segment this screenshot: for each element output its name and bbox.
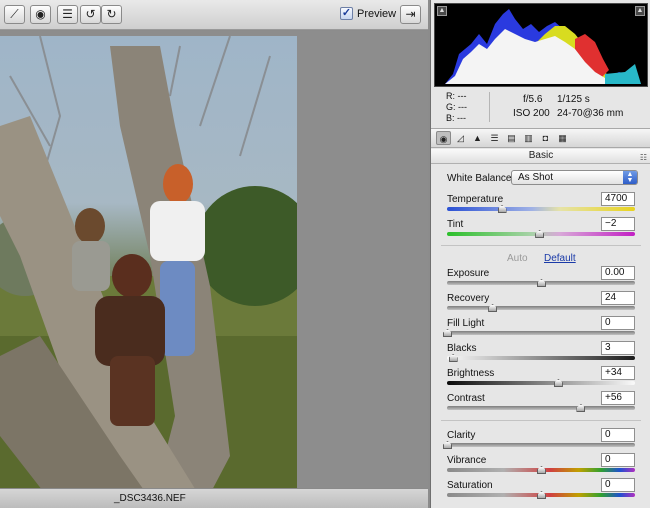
adjustments-panel: ▲ ▲ R: --- G: --- B: --- f/5.6 1/125 s I…	[430, 0, 650, 508]
clarity-label: Clarity	[447, 430, 476, 441]
fill-light-slider-track[interactable]	[447, 331, 635, 335]
fullscreen-icon[interactable]: ⇥	[400, 5, 421, 24]
image-canvas[interactable]	[0, 31, 428, 508]
readout-divider	[489, 92, 490, 122]
tab-basic[interactable]: ◉	[436, 131, 451, 145]
preview-label: Preview	[357, 8, 397, 20]
preview-checkbox[interactable]: ✓	[340, 7, 353, 20]
red-readout: R: ---	[446, 91, 467, 101]
auto-button[interactable]: Auto	[507, 253, 528, 264]
panel-menu-icon[interactable]: ☷	[640, 151, 647, 165]
exposure-value-field[interactable]: 0.00	[601, 266, 635, 280]
vibrance-label: Vibrance	[447, 455, 487, 466]
section-title: Basic	[528, 150, 554, 161]
temperature-value-field[interactable]: 4700	[601, 192, 635, 206]
temperature-label: Temperature	[447, 194, 504, 205]
tab-lens-corrections[interactable]: ▥	[521, 131, 536, 145]
histogram-graph	[445, 9, 641, 84]
contrast-label: Contrast	[447, 393, 485, 404]
histogram: ▲ ▲	[434, 3, 648, 87]
rotate-left-icon[interactable]: ↺	[80, 5, 101, 24]
green-readout: G: ---	[446, 102, 467, 112]
rotate-right-icon[interactable]: ↻	[101, 5, 122, 24]
aperture-readout: f/5.6	[523, 94, 543, 105]
preferences-icon[interactable]: ☰	[57, 5, 78, 24]
fill-light-value-field[interactable]: 0	[601, 316, 635, 330]
brightness-label: Brightness	[447, 368, 495, 379]
tab-camera-calibration[interactable]: ◘	[538, 131, 553, 145]
divider-1	[441, 245, 641, 246]
red-eye-icon[interactable]: ◉	[30, 5, 51, 24]
divider-2	[441, 420, 641, 421]
tint-label: Tint	[447, 219, 464, 230]
temperature-slider-track[interactable]	[447, 207, 635, 211]
white-balance-label: White Balance:	[447, 173, 515, 184]
brightness-slider-track[interactable]	[447, 381, 635, 385]
tab-split-toning[interactable]: ▤	[504, 131, 519, 145]
recovery-slider-track[interactable]	[447, 306, 635, 310]
section-header: Basic ☷	[431, 149, 650, 164]
saturation-label: Saturation	[447, 480, 493, 491]
white-balance-select[interactable]: As Shot ▲ ▼	[511, 170, 638, 185]
tab-tone-curve[interactable]: ◿	[453, 131, 468, 145]
vibrance-value-field[interactable]: 0	[601, 453, 635, 467]
panel-tabs: ◉ ◿ ▲ ☰ ▤ ▥ ◘ ▦	[431, 128, 650, 148]
photo-illustration	[0, 36, 297, 508]
lens-readout: 24-70@36 mm	[557, 108, 624, 119]
default-button[interactable]: Default	[544, 253, 576, 264]
clarity-value-field[interactable]: 0	[601, 428, 635, 442]
white-balance-value: As Shot	[518, 172, 554, 183]
photo-preview	[0, 36, 297, 508]
fill-light-label: Fill Light	[447, 318, 485, 329]
contrast-slider-track[interactable]	[447, 406, 635, 410]
blue-readout: B: ---	[446, 113, 466, 123]
shadow-clipping-icon[interactable]: ▲	[437, 6, 447, 16]
filename-bar: _DSC3436.NEF	[0, 488, 428, 508]
color-sampler-icon[interactable]: ⟋	[4, 5, 25, 24]
recovery-label: Recovery	[447, 293, 490, 304]
brightness-value-field[interactable]: +34	[601, 366, 635, 380]
pixel-readout: R: --- G: --- B: --- f/5.6 1/125 s ISO 2…	[434, 90, 648, 126]
shutter-readout: 1/125 s	[557, 94, 590, 105]
toolbar: ⟋ ◉ ☰ ↺ ↻ ✓ Preview ⇥	[0, 0, 428, 30]
tab-hsl[interactable]: ☰	[487, 131, 502, 145]
highlight-clipping-icon[interactable]: ▲	[635, 6, 645, 16]
tab-presets[interactable]: ▦	[555, 131, 570, 145]
tab-detail[interactable]: ▲	[470, 131, 485, 145]
blacks-slider-track[interactable]	[447, 356, 635, 360]
blacks-value-field[interactable]: 3	[601, 341, 635, 355]
filename-label: _DSC3436.NEF	[114, 493, 186, 504]
clarity-slider-track[interactable]	[447, 443, 635, 447]
exposure-label: Exposure	[447, 268, 490, 279]
chevron-updown-icon: ▲ ▼	[623, 171, 637, 184]
blacks-label: Blacks	[447, 343, 477, 354]
iso-readout: ISO 200	[513, 108, 550, 119]
saturation-value-field[interactable]: 0	[601, 478, 635, 492]
tint-value-field[interactable]: −2	[601, 217, 635, 231]
recovery-value-field[interactable]: 24	[601, 291, 635, 305]
contrast-value-field[interactable]: +56	[601, 391, 635, 405]
